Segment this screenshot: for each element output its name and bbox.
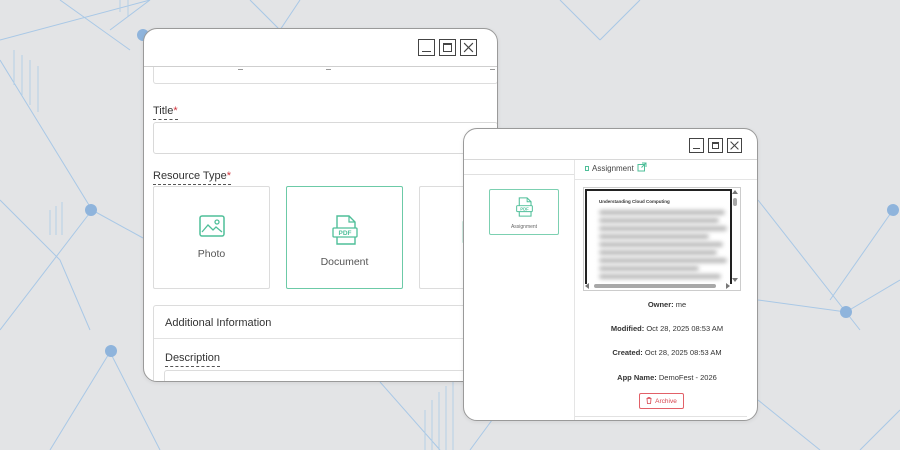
image-icon (198, 215, 225, 242)
close-icon[interactable] (727, 138, 742, 153)
modified-info: Modified: Oct 28, 2025 08:53 AM (610, 324, 724, 333)
pdf-icon: PDF (331, 215, 358, 250)
window-controls (418, 39, 477, 56)
maximize-icon[interactable] (439, 39, 456, 56)
pdf-badge: PDF (338, 230, 351, 237)
resource-form-window: Title* Resource Type* Photo PDF Document (143, 28, 498, 382)
required-mark: * (173, 105, 178, 117)
pdf-badge: PDF (520, 206, 529, 211)
additional-information-title[interactable]: Additional Information (165, 317, 271, 329)
archive-label: Archive (655, 397, 677, 405)
maximize-icon[interactable] (708, 138, 723, 153)
external-link-icon[interactable] (637, 162, 647, 174)
minimize-icon[interactable] (418, 39, 435, 56)
window-titlebar[interactable] (144, 29, 497, 67)
assignment-link-row: Assignment (585, 162, 647, 174)
window-titlebar[interactable] (464, 129, 757, 160)
created-info: Created: Oct 28, 2025 08:53 AM (612, 348, 722, 357)
preview-vertical-scrollbar[interactable] (730, 188, 740, 284)
required-mark: * (226, 170, 232, 182)
owner-info: Owner: me (647, 300, 687, 309)
resource-type-label: Document (320, 256, 369, 268)
document-icon (585, 165, 589, 171)
resource-thumbnail-card[interactable]: PDF Assignment (489, 189, 559, 235)
resource-type-document[interactable]: PDF Document (286, 186, 403, 289)
assignment-title: Assignment (592, 163, 634, 173)
close-icon[interactable] (460, 39, 477, 56)
window-controls (689, 138, 742, 153)
document-preview[interactable]: Understanding Cloud Computing (583, 187, 741, 291)
resource-detail-window: PDF Assignment Assignment Understanding … (463, 128, 758, 421)
previous-field-input[interactable] (153, 67, 497, 84)
minimize-icon[interactable] (689, 138, 704, 153)
description-input[interactable] (164, 370, 494, 381)
resource-thumbnail-label: Assignment (510, 224, 538, 230)
app-name-info: App Name: DemoFest - 2026 (617, 373, 717, 382)
resource-type-label: Photo (197, 248, 226, 260)
description-label: Description (165, 352, 221, 367)
archive-button[interactable]: Archive (639, 393, 684, 409)
pdf-icon: PDF (515, 197, 533, 222)
resource-type-label: Resource Type* (153, 170, 232, 185)
preview-horizontal-scrollbar[interactable] (584, 282, 740, 290)
title-label: Title* (153, 105, 178, 120)
preview-document-title: Understanding Cloud Computing (599, 199, 670, 204)
title-input[interactable] (153, 122, 497, 154)
trash-icon (646, 396, 652, 406)
document-page: Understanding Cloud Computing (585, 189, 732, 284)
resource-type-photo[interactable]: Photo (153, 186, 270, 289)
